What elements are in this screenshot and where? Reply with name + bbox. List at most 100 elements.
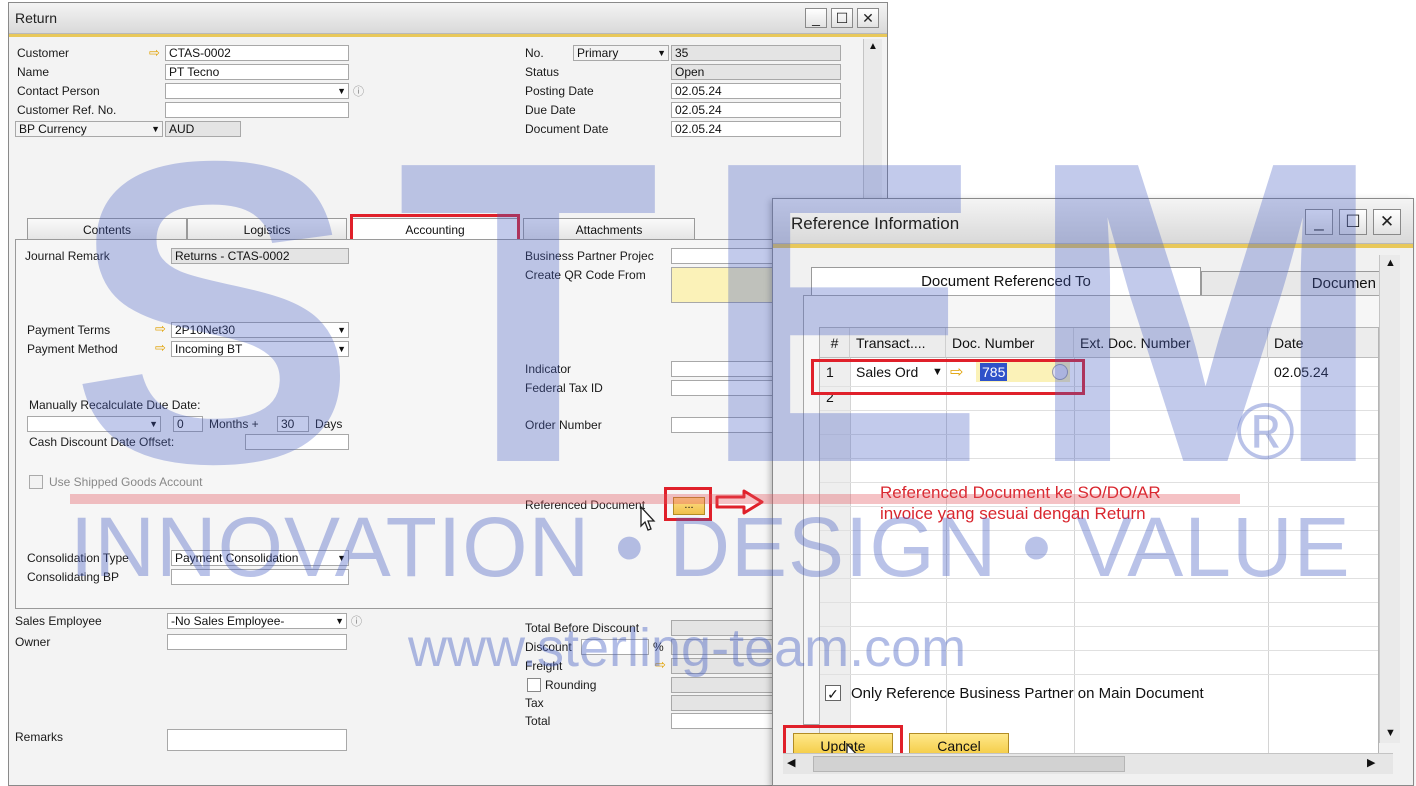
journal-remark-field[interactable]: Returns - CTAS-0002 <box>171 248 349 264</box>
annotation-text: Referenced Document ke SO/DO/AR invoice … <box>880 482 1161 524</box>
col-header-transaction[interactable]: Transact.... <box>850 328 946 358</box>
row-header-column <box>820 358 850 766</box>
consolidating-bp-field[interactable] <box>171 569 349 585</box>
contact-person-select[interactable]: ▼ <box>165 83 349 99</box>
cash-discount-field[interactable] <box>245 434 349 450</box>
payment-terms-select[interactable]: 2P10Net30 ▼ <box>171 322 349 338</box>
row-1-date[interactable]: 02.05.24 <box>1268 361 1378 383</box>
bp-currency-field: AUD <box>165 121 241 137</box>
use-shipped-goods-label: Use Shipped Goods Account <box>49 475 203 489</box>
grid-row-line <box>820 410 1378 411</box>
col-header-ext-doc-number[interactable]: Ext. Doc. Number <box>1074 328 1268 358</box>
grid-row-line <box>820 554 1378 555</box>
return-window-title: Return <box>15 10 58 26</box>
info-circle-icon[interactable]: ⓘ <box>351 613 362 629</box>
payment-terms-link-arrow-icon[interactable]: ⇨ <box>155 322 166 336</box>
posting-date-field[interactable]: 02.05.24 <box>671 83 841 99</box>
no-label: No. <box>525 46 544 60</box>
order-number-label: Order Number <box>525 418 602 432</box>
annotation-line-2: invoice yang sesuai dengan Return <box>880 504 1146 523</box>
customer-ref-field[interactable] <box>165 102 349 118</box>
remarks-label: Remarks <box>15 730 64 744</box>
consolidation-type-value: Payment Consolidation <box>175 551 299 565</box>
name-field[interactable]: PT Tecno <box>165 64 349 80</box>
tab-contents[interactable]: Contents <box>27 218 187 240</box>
freight-label: Freight <box>525 659 563 673</box>
series-select[interactable]: Primary ▼ <box>573 45 669 61</box>
payment-method-select[interactable]: Incoming BT ▼ <box>171 341 349 357</box>
payment-method-value: Incoming BT <box>175 342 243 356</box>
customer-link-arrow-icon[interactable]: ⇨ <box>149 46 160 60</box>
tab-document-referenced-to[interactable]: Document Referenced To <box>811 267 1201 295</box>
payment-method-label: Payment Method <box>27 342 118 356</box>
payment-method-link-arrow-icon[interactable]: ⇨ <box>155 341 166 355</box>
grid-row-line <box>820 434 1378 435</box>
series-value: Primary <box>577 46 619 60</box>
tab-attachments[interactable]: Attachments <box>523 218 695 240</box>
tab-logistics[interactable]: Logistics <box>187 218 347 240</box>
bp-currency-select[interactable]: BP Currency ▼ <box>15 121 163 137</box>
row-1-highlight <box>811 359 1085 395</box>
referenced-document-highlight <box>664 487 712 521</box>
sales-employee-select[interactable]: -No Sales Employee- ▼ <box>167 613 347 629</box>
months-label: Months + <box>209 417 259 431</box>
grid-row-line <box>820 626 1378 627</box>
scroll-thumb[interactable] <box>813 756 1125 772</box>
scroll-left-icon[interactable]: ◀ <box>787 756 795 769</box>
chevron-down-icon: ▼ <box>337 86 346 96</box>
chevron-down-icon: ▼ <box>149 419 158 429</box>
annotation-line-1: Referenced Document ke SO/DO/AR <box>880 483 1161 502</box>
customer-field[interactable]: CTAS-0002 <box>165 45 349 61</box>
consolidating-bp-label: Consolidating BP <box>27 570 120 584</box>
close-icon[interactable]: ✕ <box>1373 209 1401 235</box>
chevron-down-icon: ▼ <box>151 124 160 134</box>
grid-row-line <box>820 650 1378 651</box>
maximize-icon[interactable]: ☐ <box>1339 209 1367 235</box>
document-date-field[interactable]: 02.05.24 <box>671 121 841 137</box>
scroll-right-icon[interactable]: ▶ <box>1367 756 1375 769</box>
posting-date-label: Posting Date <box>525 84 594 98</box>
use-shipped-goods-checkbox[interactable] <box>29 475 43 489</box>
tax-label: Tax <box>525 696 544 710</box>
owner-field[interactable] <box>167 634 347 650</box>
rounding-checkbox[interactable] <box>527 678 541 692</box>
chevron-down-icon: ▼ <box>337 325 346 335</box>
due-date-field[interactable]: 02.05.24 <box>671 102 841 118</box>
consolidation-type-select[interactable]: Payment Consolidation ▼ <box>171 550 349 566</box>
tab-documen[interactable]: Documen <box>1201 271 1381 295</box>
col-header-date[interactable]: Date <box>1268 328 1378 358</box>
minimize-icon[interactable]: _ <box>1305 209 1333 235</box>
info-circle-icon[interactable]: ⓘ <box>353 83 364 99</box>
consolidation-type-label: Consolidation Type <box>27 551 129 565</box>
scroll-down-icon[interactable]: ▼ <box>1385 727 1396 739</box>
freight-link-arrow-icon[interactable]: ⇨ <box>655 658 666 672</box>
scroll-up-icon[interactable]: ▲ <box>868 41 878 52</box>
only-reference-checkbox[interactable]: ✓ <box>825 685 841 702</box>
maximize-icon[interactable]: ☐ <box>831 8 853 28</box>
manual-recalc-select[interactable]: ▼ <box>27 416 161 432</box>
chevron-down-icon: ▼ <box>335 616 344 626</box>
name-label: Name <box>17 65 50 79</box>
days-field[interactable]: 30 <box>277 416 309 432</box>
months-field[interactable]: 0 <box>173 416 203 432</box>
horizontal-scrollbar[interactable]: ◀ ▶ <box>783 753 1393 774</box>
federal-tax-label: Federal Tax ID <box>525 381 603 395</box>
grid-divider <box>1074 358 1075 766</box>
grid-row-line <box>820 458 1378 459</box>
total-before-discount-label: Total Before Discount <box>525 621 640 635</box>
bp-currency-label: BP Currency <box>19 122 87 136</box>
grid-divider <box>1268 358 1269 766</box>
scroll-up-icon[interactable]: ▲ <box>1385 257 1396 269</box>
minimize-icon[interactable]: _ <box>805 8 827 28</box>
col-header-doc-number[interactable]: Doc. Number <box>946 328 1074 358</box>
sales-employee-label: Sales Employee <box>15 614 102 628</box>
reference-vertical-scrollbar[interactable]: ▲ ▼ <box>1379 255 1400 743</box>
remarks-field[interactable] <box>167 729 347 751</box>
title-accent-line <box>9 34 887 37</box>
close-icon[interactable]: ✕ <box>857 8 879 28</box>
grid-divider <box>850 358 851 766</box>
col-header-number[interactable]: # <box>820 328 850 358</box>
return-window: Return _ ☐ ✕ Customer ⇨ CTAS-0002 Name P… <box>8 2 888 786</box>
reference-titlebar: Reference Information _ ☐ ✕ <box>773 199 1413 244</box>
discount-percent-field[interactable] <box>581 639 649 655</box>
